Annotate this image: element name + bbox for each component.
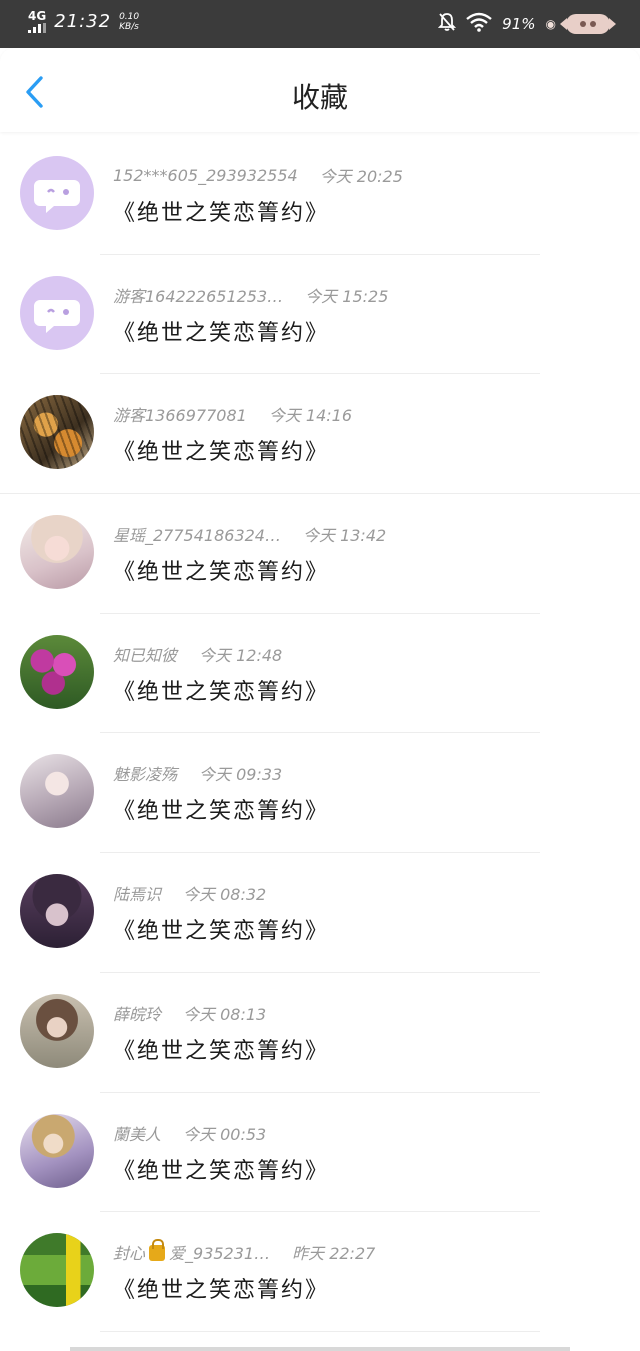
avatar[interactable]	[20, 395, 94, 470]
item-meta: 薛皖玲 今天 08:13	[113, 1001, 266, 1025]
battery-percent: 91%	[502, 15, 536, 33]
avatar[interactable]	[20, 634, 94, 709]
user-name: 封心 爱_935231…	[113, 1239, 271, 1264]
avatar[interactable]	[20, 156, 94, 230]
timestamp: 昨天 22:27	[292, 1244, 376, 1264]
item-meta: 游客1366977081 今天 14:16	[113, 402, 352, 426]
timestamp: 今天 08:13	[183, 1004, 267, 1024]
user-name: 薛皖玲	[113, 1004, 162, 1024]
timestamp: 今天 20:25	[319, 167, 403, 186]
list-item[interactable]: 薛皖玲 今天 08:13 《绝世之笑恋箐约》	[0, 973, 640, 1093]
avatar[interactable]	[20, 1233, 94, 1308]
item-meta: 游客164222651253… 今天 15:25	[113, 283, 388, 307]
signal-indicator: 4G	[28, 10, 46, 33]
header: 收藏	[0, 48, 640, 132]
anime-girl-photo	[20, 754, 94, 828]
sign-photo	[20, 1233, 94, 1308]
avatar[interactable]	[20, 754, 94, 829]
battery-icon	[560, 14, 616, 34]
user-name-suffix: 爱_935231…	[169, 1244, 271, 1264]
tiger-photo	[20, 395, 94, 470]
chat-bubble-icon	[34, 299, 80, 333]
signal-icon	[28, 23, 46, 33]
item-meta: 魅影凌殇 今天 09:33	[113, 761, 282, 785]
list-item[interactable]: 陆焉识 今天 08:32 《绝世之笑恋箐约》	[0, 853, 640, 973]
timestamp: 今天 08:32	[183, 885, 267, 905]
bunny-icon: ◉	[545, 17, 556, 31]
avatar[interactable]	[20, 874, 94, 949]
user-name: 游客1366977081	[113, 406, 247, 426]
timestamp: 今天 00:53	[183, 1124, 267, 1144]
timestamp: 今天 12:48	[199, 645, 283, 665]
book-title[interactable]: 《绝世之笑恋箐约》	[113, 793, 329, 825]
avatar[interactable]	[20, 275, 94, 350]
book-title[interactable]: 《绝世之笑恋箐约》	[113, 913, 329, 945]
flowers-photo	[20, 635, 94, 709]
divider	[100, 1330, 540, 1332]
timestamp: 今天 09:33	[199, 765, 283, 785]
book-title[interactable]: 《绝世之笑恋箐约》	[113, 674, 329, 706]
wifi-icon	[466, 12, 492, 36]
clock: 21:32	[54, 11, 112, 32]
user-name-prefix: 封心	[113, 1244, 146, 1264]
list-item[interactable]: 蘭美人 今天 00:53 《绝世之笑恋箐约》	[0, 1093, 640, 1213]
next-item-peek	[0, 1340, 640, 1351]
user-name: 蘭美人	[113, 1124, 162, 1144]
item-meta: 知已知彼 今天 12:48	[113, 642, 282, 666]
book-title[interactable]: 《绝世之笑恋箐约》	[113, 1153, 329, 1185]
list-item[interactable]: 星瑶_27754186324… 今天 13:42 《绝世之笑恋箐约》	[0, 494, 640, 614]
list-item[interactable]: 封心 爱_935231… 昨天 22:27 《绝世之笑恋箐约》	[0, 1212, 640, 1332]
user-name: 星瑶_27754186324…	[113, 526, 281, 546]
user-name: 知已知彼	[113, 645, 178, 665]
network-speed: 0.10 KB/s	[119, 12, 139, 32]
timestamp: 今天 14:16	[268, 406, 353, 426]
user-name: 游客164222651253…	[113, 286, 284, 306]
list-item[interactable]: 游客164222651253… 今天 15:25 《绝世之笑恋箐约》	[0, 255, 640, 375]
network-label: 4G	[28, 9, 47, 23]
anime-girl-photo	[20, 515, 94, 589]
list-item[interactable]: 152***605_293932554 今天 20:25 《绝世之笑恋箐约》	[0, 135, 640, 255]
mute-bell-icon	[437, 12, 457, 36]
book-title[interactable]: 《绝世之笑恋箐约》	[113, 1272, 329, 1304]
item-meta: 星瑶_27754186324… 今天 13:42	[113, 522, 386, 546]
book-title[interactable]: 《绝世之笑恋箐约》	[113, 434, 329, 466]
anime-man-photo	[20, 1114, 94, 1188]
timestamp: 今天 15:25	[305, 286, 389, 306]
book-title[interactable]: 《绝世之笑恋箐约》	[113, 1033, 329, 1065]
item-meta: 陆焉识 今天 08:32	[113, 881, 266, 905]
status-bar: 4G 21:32 0.10 KB/s 91% ◉	[0, 0, 640, 48]
favorites-list: 152***605_293932554 今天 20:25 《绝世之笑恋箐约》 游…	[0, 135, 640, 1332]
user-name: 陆焉识	[113, 885, 162, 905]
chat-bubble-icon	[34, 180, 80, 213]
book-title[interactable]: 《绝世之笑恋箐约》	[113, 315, 329, 347]
user-name: 魅影凌殇	[113, 765, 178, 785]
list-item[interactable]: 游客1366977081 今天 14:16 《绝世之笑恋箐约》	[0, 374, 640, 495]
avatar[interactable]	[20, 1113, 94, 1188]
list-item[interactable]: 魅影凌殇 今天 09:33 《绝世之笑恋箐约》	[0, 733, 640, 854]
girl-photo	[20, 994, 94, 1068]
item-meta: 蘭美人 今天 00:53	[113, 1121, 266, 1145]
avatar[interactable]	[20, 993, 94, 1068]
book-title[interactable]: 《绝世之笑恋箐约》	[113, 554, 329, 586]
timestamp: 今天 13:42	[302, 526, 387, 546]
lock-icon	[149, 1239, 166, 1262]
network-speed-value: 0.10	[119, 11, 140, 22]
user-name: 152***605_293932554	[113, 165, 298, 185]
list-item[interactable]: 知已知彼 今天 12:48 《绝世之笑恋箐约》	[0, 614, 640, 734]
anime-boy-photo	[20, 874, 94, 948]
page-title: 收藏	[291, 81, 348, 114]
item-meta: 封心 爱_935231… 昨天 22:27	[113, 1239, 376, 1264]
item-meta: 152***605_293932554 今天 20:25	[113, 163, 403, 187]
avatar[interactable]	[20, 515, 94, 590]
network-speed-unit: KB/s	[119, 21, 139, 32]
book-title[interactable]: 《绝世之笑恋箐约》	[113, 195, 329, 227]
